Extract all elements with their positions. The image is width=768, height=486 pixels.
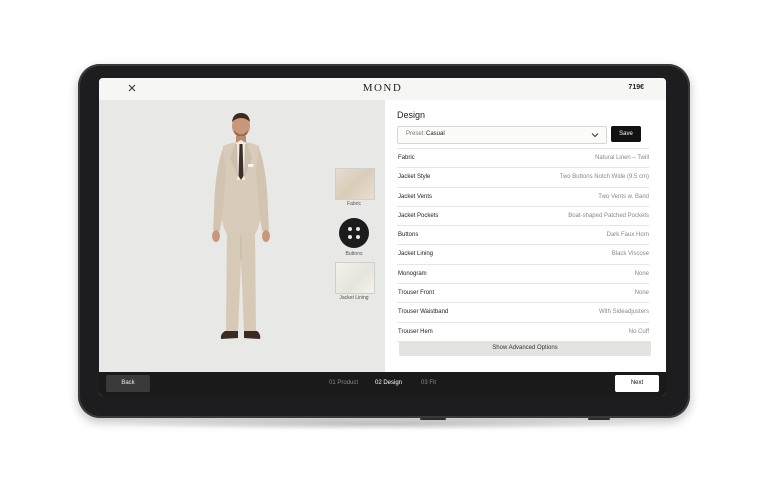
option-label: Jacket Lining (398, 251, 434, 258)
option-value: Two Buttons Notch Wide (9.5 cm) (559, 174, 649, 181)
fabric-swatch-label: Fabric (347, 201, 361, 207)
button-hole (348, 227, 352, 231)
buttons-swatch-label: Buttons (345, 251, 363, 257)
option-value: Dark Faux Horn (606, 232, 649, 239)
option-label: Jacket Pockets (398, 212, 439, 219)
option-row-jacket-style[interactable]: Jacket Style Two Buttons Notch Wide (9.5… (397, 167, 649, 186)
device-shadow (100, 418, 660, 430)
suit-model-image (212, 113, 270, 339)
option-label: Jacket Vents (398, 193, 433, 200)
button-hole (348, 235, 352, 239)
preset-label: Preset: (406, 131, 426, 137)
option-row-trouser-waistband[interactable]: Trouser Waistband With Sideadjusters (397, 302, 649, 321)
panel-title: Design (397, 110, 426, 120)
option-value: No Cuff (628, 328, 649, 335)
design-options-list: Fabric Natural Linen – Twill Jacket Styl… (397, 148, 649, 342)
buttons-swatch[interactable] (339, 218, 369, 248)
option-label: Monogram (398, 270, 427, 277)
jacket-lining-swatch-label: Jacket Lining (339, 295, 369, 301)
button-hole (356, 227, 360, 231)
bottom-nav-bar: Back 01 Product 02 Design 03 Fit Next (99, 372, 666, 396)
option-row-trouser-front[interactable]: Trouser Front None (397, 283, 649, 302)
total-price: 719€ (628, 84, 644, 91)
option-value: With Sideadjusters (598, 309, 649, 316)
option-value: Natural Linen – Twill (595, 155, 649, 161)
fabric-swatch[interactable] (335, 168, 375, 200)
show-advanced-options-button[interactable]: Show Advanced Options (399, 341, 651, 356)
option-label: Jacket Style (398, 174, 431, 181)
option-row-trouser-hem[interactable]: Trouser Hem No Cuff (397, 321, 649, 342)
option-label: Fabric (398, 155, 415, 161)
option-row-jacket-lining[interactable]: Jacket Lining Black Viscose (397, 244, 649, 263)
option-row-buttons[interactable]: Buttons Dark Faux Horn (397, 225, 649, 244)
option-value: Boat-shaped Patched Pockets (568, 212, 649, 219)
option-row-fabric[interactable]: Fabric Natural Linen – Twill (397, 148, 649, 167)
save-button[interactable]: Save (611, 126, 641, 142)
option-label: Trouser Waistband (398, 309, 449, 316)
tablet-edge-button (588, 418, 610, 420)
preset-select[interactable]: Preset: Casual (397, 126, 607, 144)
option-label: Trouser Hem (398, 328, 433, 335)
product-preview: Fabric Buttons Jacket Lining (99, 100, 385, 372)
button-hole (356, 235, 360, 239)
step-fit[interactable]: 03 Fit (421, 380, 436, 386)
option-label: Trouser Front (398, 290, 435, 297)
preset-value: Casual (426, 131, 445, 137)
next-button[interactable]: Next (615, 375, 659, 392)
step-design[interactable]: 02 Design (375, 380, 402, 386)
brand-logo: MOND (362, 82, 403, 94)
tablet-edge-button (420, 418, 446, 420)
option-value: Black Viscose (611, 251, 649, 258)
design-panel: Design Preset: Casual Save Fabric Natura… (385, 100, 666, 372)
step-product[interactable]: 01 Product (329, 380, 358, 386)
option-row-monogram[interactable]: Monogram None (397, 263, 649, 283)
option-row-jacket-vents[interactable]: Jacket Vents Two Vents w. Band (397, 186, 649, 206)
app-screen: MOND 719€ Fabric Buttons Jacket Lining D… (99, 78, 666, 396)
chevron-down-icon (591, 133, 599, 138)
back-button[interactable]: Back (106, 375, 150, 392)
option-label: Buttons (398, 232, 419, 239)
jacket-lining-swatch[interactable] (335, 262, 375, 294)
option-value: None (634, 270, 649, 277)
option-row-jacket-pockets[interactable]: Jacket Pockets Boat-shaped Patched Pocke… (397, 205, 649, 225)
option-value: None (634, 290, 649, 297)
option-value: Two Vents w. Band (598, 193, 649, 200)
top-bar: MOND 719€ (99, 78, 666, 101)
